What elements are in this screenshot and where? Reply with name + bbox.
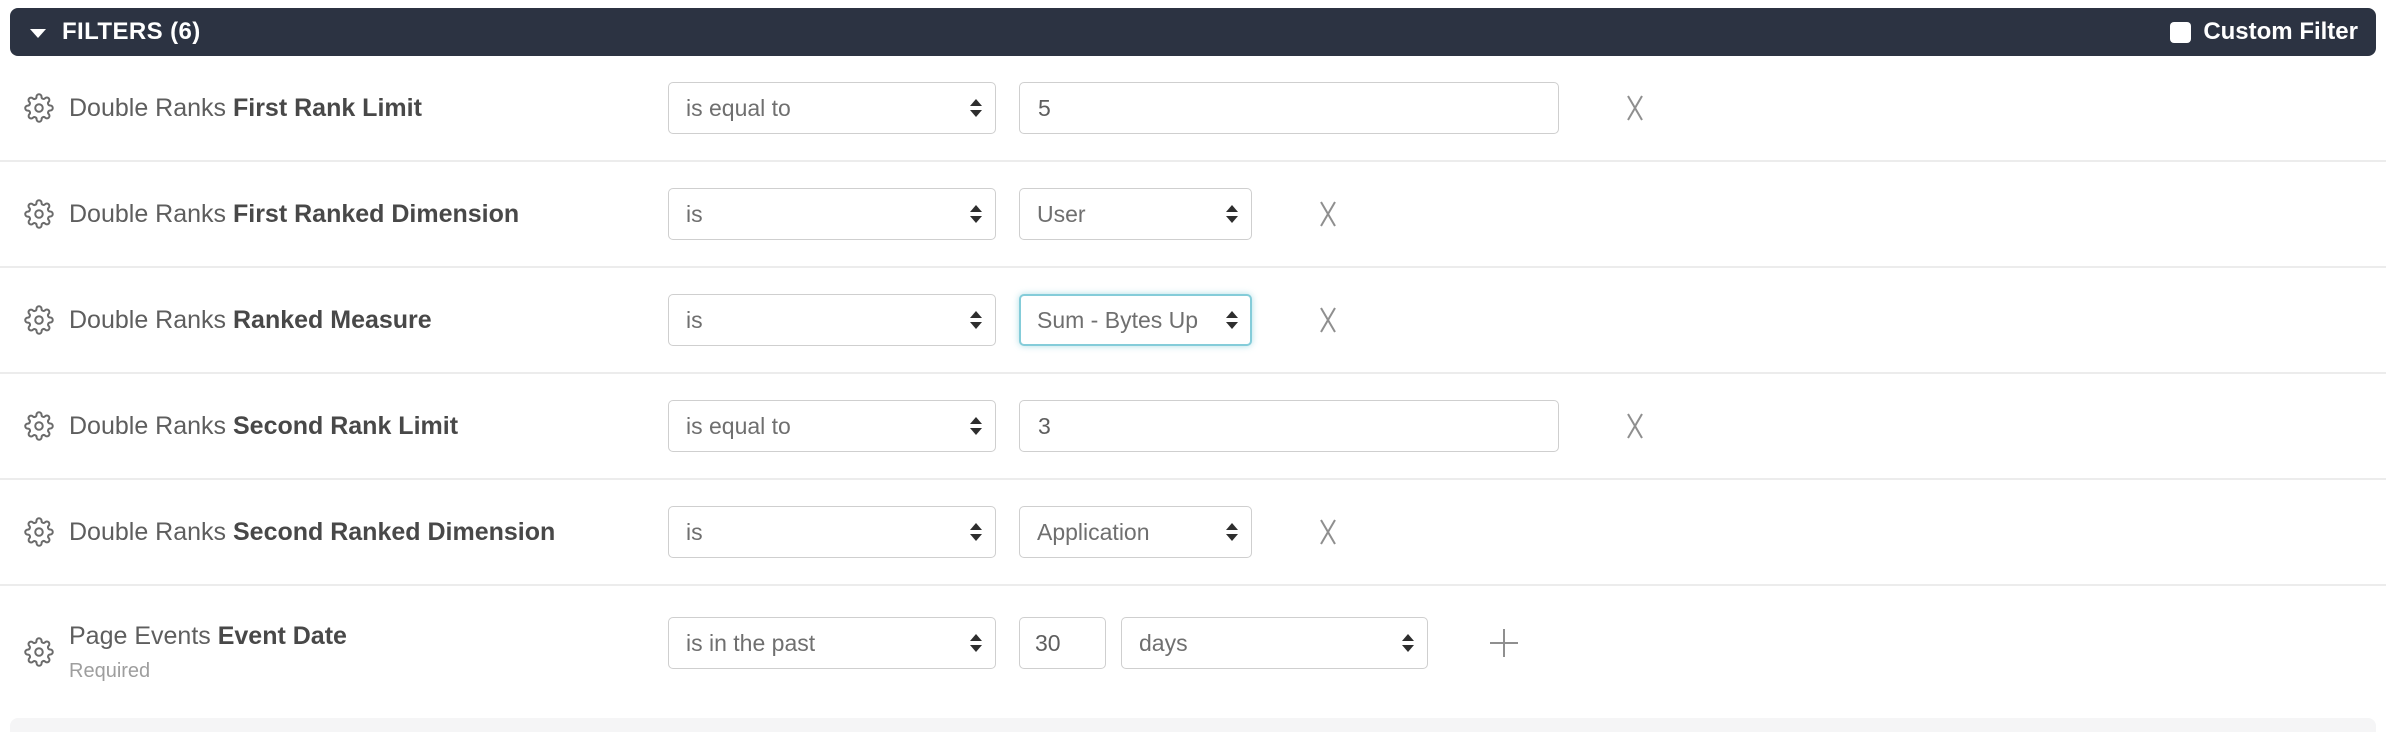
- filter-label: Double Ranks Second Rank Limit: [24, 411, 458, 441]
- filter-row-event-date: Page Events Event Date Required is in th…: [0, 586, 2386, 718]
- add-filter-icon[interactable]: [1486, 625, 1522, 661]
- filter-controls: is in the past days: [668, 617, 1522, 669]
- filters-header-bar: FILTERS (6) Custom Filter: [10, 8, 2376, 56]
- filter-number-input[interactable]: [1019, 617, 1106, 669]
- operator-select[interactable]: is: [668, 506, 996, 558]
- filter-value-select[interactable]: Application: [1019, 506, 1252, 558]
- operator-select[interactable]: is: [668, 294, 996, 346]
- operator-select[interactable]: is in the past: [668, 617, 996, 669]
- operator-select[interactable]: is: [668, 188, 996, 240]
- filter-row-second-rank-limit: Double Ranks Second Rank Limit is equal …: [0, 374, 2386, 480]
- operator-select[interactable]: is equal to: [668, 400, 996, 452]
- filter-value-select-value: Sum - Bytes Up: [1037, 306, 1199, 333]
- filter-field-bold: Second Ranked Dimension: [232, 517, 556, 546]
- filter-controls: is User: [668, 188, 1346, 240]
- filter-field-name: Double Ranks First Rank Limit: [69, 94, 422, 123]
- collapse-caret-icon[interactable]: [30, 28, 46, 38]
- up-down-arrows-icon: [970, 634, 982, 652]
- remove-filter-icon[interactable]: [1617, 406, 1653, 446]
- custom-filter-toggle[interactable]: Custom Filter: [2170, 18, 2358, 46]
- operator-select-value: is: [686, 306, 703, 333]
- up-down-arrows-icon: [970, 523, 982, 541]
- up-down-arrows-icon: [970, 99, 982, 117]
- operator-select-value: is: [686, 518, 703, 545]
- gear-icon[interactable]: [24, 637, 54, 667]
- filter-value-input[interactable]: [1019, 400, 1559, 452]
- filter-field-bold: Event Date: [217, 621, 347, 650]
- operator-select[interactable]: is equal to: [668, 82, 996, 134]
- filter-field-name: Double Ranks Second Rank Limit: [69, 412, 458, 441]
- filter-row-second-ranked-dimension: Double Ranks Second Ranked Dimension is …: [0, 480, 2386, 586]
- filter-group-name: Double Ranks: [69, 199, 227, 228]
- filter-controls: is Application: [668, 506, 1346, 558]
- filter-field-bold: First Rank Limit: [232, 93, 422, 122]
- filter-field-name: Double Ranks Second Ranked Dimension: [69, 518, 555, 547]
- up-down-arrows-icon: [1226, 311, 1238, 329]
- filter-value-input[interactable]: [1019, 82, 1559, 134]
- up-down-arrows-icon: [970, 311, 982, 329]
- filters-title: FILTERS (6): [62, 18, 201, 45]
- up-down-arrows-icon: [970, 205, 982, 223]
- filter-controls: is equal to: [668, 400, 1653, 452]
- required-note: Required: [69, 659, 151, 682]
- filter-row-first-ranked-dimension: Double Ranks First Ranked Dimension is U…: [0, 162, 2386, 268]
- filter-rows: Double Ranks First Rank Limit is equal t…: [0, 56, 2386, 718]
- remove-filter-icon[interactable]: [1310, 300, 1346, 340]
- gear-icon[interactable]: [24, 199, 54, 229]
- filter-field-bold: Ranked Measure: [232, 305, 432, 334]
- filter-group-name: Double Ranks: [69, 93, 227, 122]
- filter-group-name: Double Ranks: [69, 305, 227, 334]
- operator-select-value: is equal to: [686, 94, 791, 121]
- filter-field-name: Double Ranks First Ranked Dimension: [69, 200, 519, 229]
- filter-field-name: Double Ranks Ranked Measure: [69, 306, 432, 335]
- custom-filter-label: Custom Filter: [2203, 18, 2358, 45]
- remove-filter-icon[interactable]: [1310, 194, 1346, 234]
- remove-filter-icon[interactable]: [1310, 512, 1346, 552]
- filter-group-name: Double Ranks: [69, 411, 227, 440]
- filter-controls: is Sum - Bytes Up: [668, 294, 1346, 346]
- custom-filter-checkbox[interactable]: [2170, 21, 2192, 43]
- filter-value-select-value: User: [1037, 200, 1086, 227]
- gear-icon[interactable]: [24, 411, 54, 441]
- gear-icon[interactable]: [24, 305, 54, 335]
- filter-label: Double Ranks First Rank Limit: [24, 93, 422, 123]
- up-down-arrows-icon: [1226, 205, 1238, 223]
- filter-field-name: Page Events Event Date: [69, 622, 347, 651]
- filter-label: Double Ranks First Ranked Dimension: [24, 199, 519, 229]
- remove-filter-icon[interactable]: [1617, 88, 1653, 128]
- time-unit-select-value: days: [1139, 629, 1188, 656]
- filter-label: Page Events Event Date Required: [24, 622, 347, 683]
- filters-header-left[interactable]: FILTERS (6): [30, 18, 201, 46]
- filters-panel: FILTERS (6) Custom Filter Double Ranks F…: [0, 0, 2386, 732]
- time-unit-select[interactable]: days: [1121, 617, 1428, 669]
- up-down-arrows-icon: [1226, 523, 1238, 541]
- filter-group-name: Double Ranks: [69, 517, 227, 546]
- up-down-arrows-icon: [1402, 634, 1414, 652]
- filter-row-first-rank-limit: Double Ranks First Rank Limit is equal t…: [0, 56, 2386, 162]
- gear-icon[interactable]: [24, 517, 54, 547]
- gear-icon[interactable]: [24, 93, 54, 123]
- filter-row-ranked-measure: Double Ranks Ranked Measure is Sum - Byt…: [0, 268, 2386, 374]
- operator-select-value: is: [686, 200, 703, 227]
- operator-select-value: is in the past: [686, 629, 816, 656]
- filter-group-name: Page Events: [69, 621, 211, 650]
- filter-value-select[interactable]: User: [1019, 188, 1252, 240]
- filter-controls: is equal to: [668, 82, 1653, 134]
- operator-select-value: is equal to: [686, 412, 791, 439]
- filter-field-bold: First Ranked Dimension: [232, 199, 520, 228]
- filter-value-select-focused[interactable]: Sum - Bytes Up: [1019, 294, 1252, 346]
- filter-value-select-value: Application: [1037, 518, 1150, 545]
- up-down-arrows-icon: [970, 417, 982, 435]
- filter-label: Double Ranks Ranked Measure: [24, 305, 432, 335]
- filter-label: Double Ranks Second Ranked Dimension: [24, 517, 555, 547]
- filter-field-bold: Second Rank Limit: [232, 411, 459, 440]
